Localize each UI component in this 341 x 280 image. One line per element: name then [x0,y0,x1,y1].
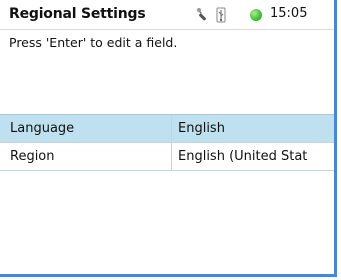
status-icons [195,6,262,24]
instruction-text: Press 'Enter' to edit a field. [9,35,178,50]
settings-table: Language English Region English (United … [0,114,334,171]
setting-label: Region [0,143,172,170]
app-window: Regional Settings 15:05 Press 'Enter' to… [0,0,337,277]
settings-row-region[interactable]: Region English (United Stat [0,143,334,171]
setting-value[interactable]: English [172,115,334,142]
settings-row-language[interactable]: Language English [0,114,334,143]
page-title: Regional Settings [9,6,146,22]
setting-value[interactable]: English (United Stat [172,143,334,170]
setting-label: Language [0,115,172,142]
clock-time: 15:05 [270,6,308,21]
header-divider [0,29,334,30]
usb-icon [215,7,227,23]
wrench-icon[interactable] [195,7,211,23]
battery-status-icon [250,9,262,21]
